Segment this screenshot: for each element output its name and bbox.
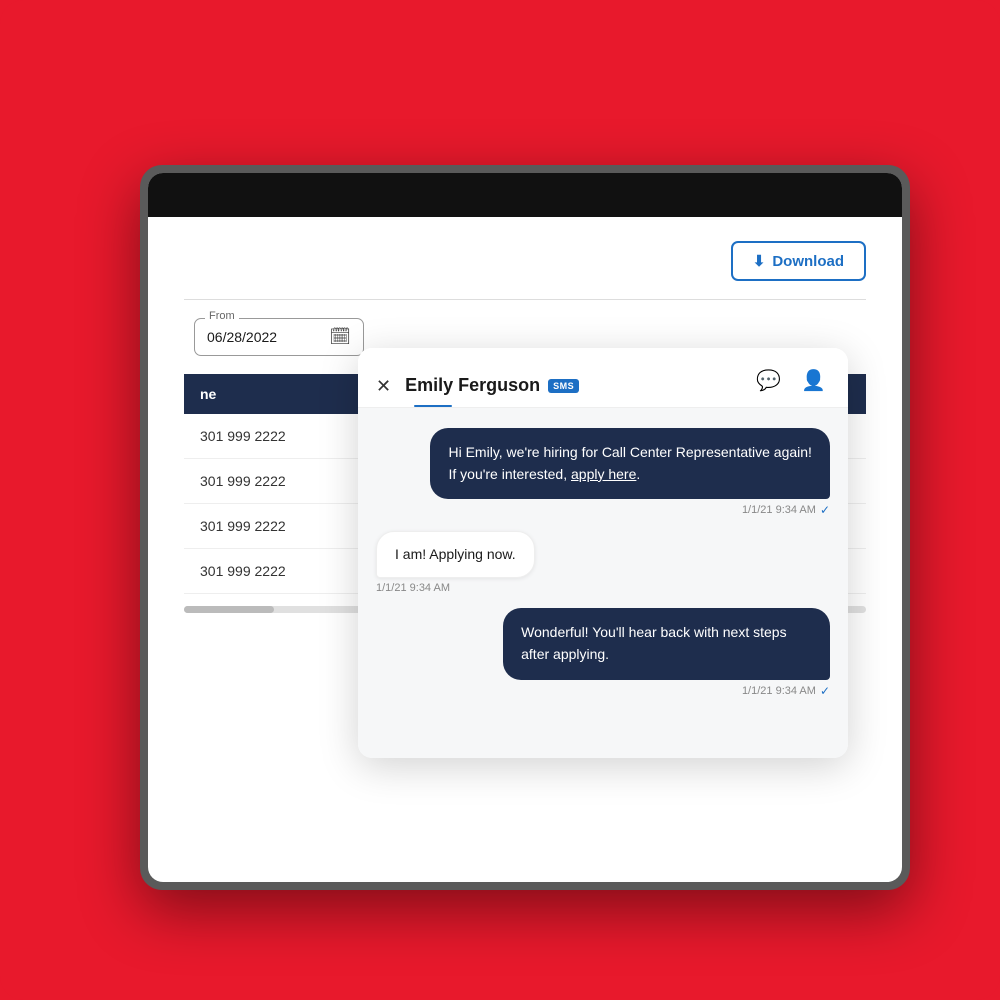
chat-modal: ✕ Emily Ferguson SMS 💬 👤 [358, 348, 848, 758]
chat-body: Hi Emily, we're hiring for Call Center R… [358, 408, 848, 758]
close-icon[interactable]: ✕ [376, 377, 391, 395]
contact-name: Emily Ferguson [405, 375, 540, 396]
apply-link[interactable]: apply here [571, 466, 636, 482]
delivered-checkmark-1: ✓ [820, 503, 830, 517]
download-area: ⬇ Download [184, 241, 866, 281]
sms-badge: SMS [548, 379, 579, 393]
chat-header: ✕ Emily Ferguson SMS 💬 👤 [358, 348, 848, 408]
date-field-label: From [205, 310, 239, 322]
tab-indicator [414, 405, 452, 408]
download-icon: ⬇ [753, 252, 766, 270]
calendar-icon: 🗓 [329, 327, 351, 347]
download-button[interactable]: ⬇ Download [731, 241, 866, 281]
top-bar [148, 173, 902, 217]
profile-icon[interactable]: 👤 [797, 364, 830, 397]
date-value: 06/28/2022 [207, 329, 277, 345]
bubble-incoming-1: I am! Applying now. [376, 531, 535, 578]
message-meta-1: 1/1/21 9:34 AM ✓ [742, 503, 830, 517]
message-meta-3: 1/1/21 9:34 AM ✓ [742, 684, 830, 698]
delivered-checkmark-2: ✓ [820, 684, 830, 698]
message-meta-2: 1/1/21 9:34 AM [376, 582, 450, 594]
message-incoming-1: I am! Applying now. 1/1/21 9:34 AM [376, 531, 830, 594]
message-outgoing-2: Wonderful! You'll hear back with next st… [376, 608, 830, 697]
scrollbar-thumb[interactable] [184, 606, 274, 613]
chat-header-icons: 💬 👤 [752, 364, 830, 407]
device-frame: ⬇ Download From 06/28/2022 🗓 [140, 165, 910, 890]
chat-icon[interactable]: 💬 [752, 364, 785, 397]
section-divider [184, 299, 866, 300]
message-outgoing-1: Hi Emily, we're hiring for Call Center R… [376, 428, 830, 517]
bubble-outgoing-2: Wonderful! You'll hear back with next st… [503, 608, 830, 679]
device-screen: ⬇ Download From 06/28/2022 🗓 [148, 173, 902, 882]
date-filter-field[interactable]: From 06/28/2022 🗓 [194, 318, 364, 356]
bubble-outgoing-1: Hi Emily, we're hiring for Call Center R… [430, 428, 830, 499]
